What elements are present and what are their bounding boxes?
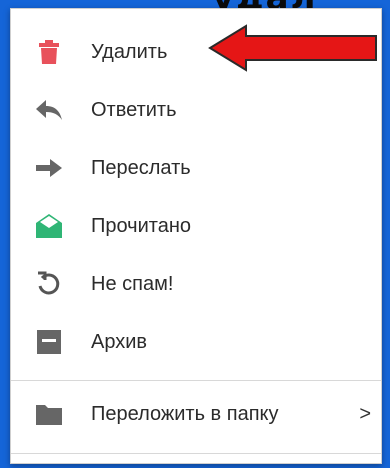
- menu-item-label: Переложить в папку: [91, 402, 279, 425]
- trash-icon: [35, 38, 63, 66]
- menu-item-forward[interactable]: Переслать: [11, 139, 381, 197]
- menu-item-archive[interactable]: Архив: [11, 313, 381, 371]
- menu-item-mark-read[interactable]: Прочитано: [11, 197, 381, 255]
- undo-icon: [35, 270, 63, 298]
- menu-item-move-to-folder[interactable]: Переложить в папку >: [11, 385, 381, 443]
- open-envelope-icon: [35, 212, 63, 240]
- reply-icon: [35, 96, 63, 124]
- menu-item-label: Переслать: [91, 156, 191, 179]
- menu-divider: [11, 380, 381, 381]
- menu-item-not-spam[interactable]: Не спам!: [11, 255, 381, 313]
- menu-item-label: Ответить: [91, 98, 177, 121]
- archive-icon: [35, 328, 63, 356]
- menu-item-label: Прочитано: [91, 214, 191, 237]
- menu-item-reply[interactable]: Ответить: [11, 81, 381, 139]
- red-arrow-annotation: [208, 24, 377, 72]
- context-menu: Удалить Ответить Переслать Прочитано Не …: [10, 8, 382, 464]
- menu-item-label: Архив: [91, 330, 148, 353]
- chevron-right-icon: >: [359, 402, 371, 425]
- menu-divider-bottom: [11, 453, 381, 454]
- menu-item-label: Удалить: [91, 40, 168, 63]
- folder-icon: [35, 400, 63, 428]
- menu-item-label: Не спам!: [91, 272, 174, 295]
- forward-icon: [35, 154, 63, 182]
